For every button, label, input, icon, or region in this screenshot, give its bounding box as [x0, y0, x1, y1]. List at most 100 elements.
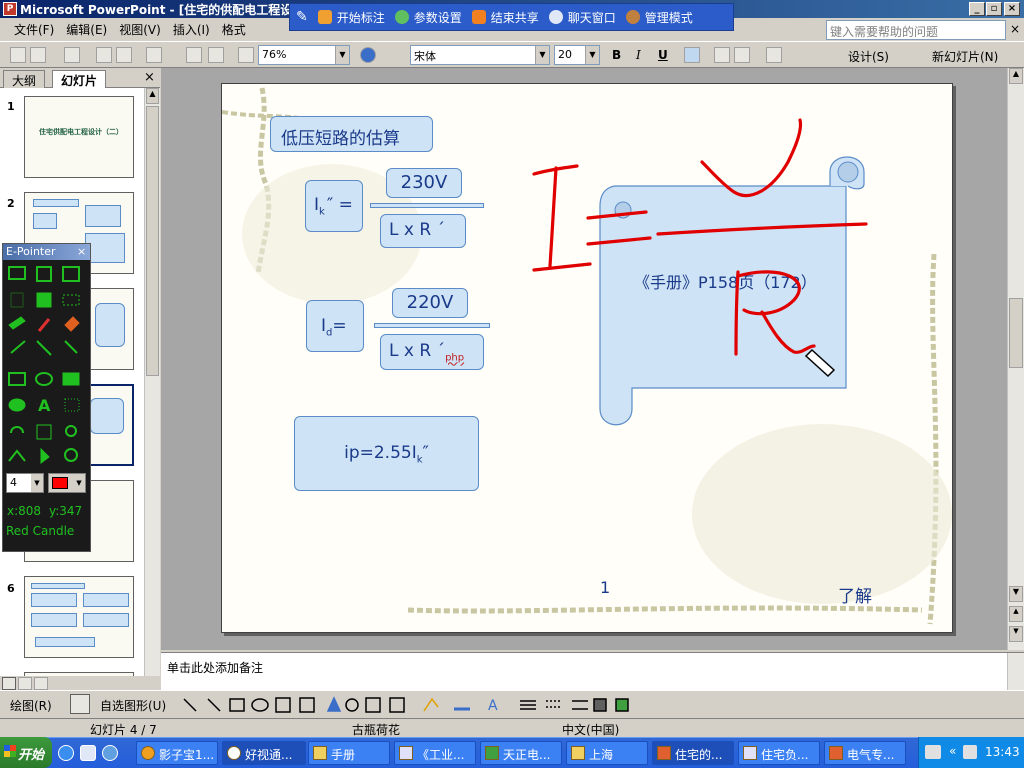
- menu-insert[interactable]: 插入(I): [173, 21, 210, 38]
- slide-canvas[interactable]: 低压短路的估算 Ik ″ = 230V L x R ´ Id= 220V L x …: [221, 83, 953, 633]
- scroll-down-icon[interactable]: ▼: [1009, 586, 1023, 602]
- task-tianzheng[interactable]: 天正电...: [480, 741, 562, 765]
- menu-edit[interactable]: 编辑(E): [66, 21, 107, 38]
- epointer-palette: E-Pointer × A 4 ▼ ▼ x:808 y:347 Red Cand…: [2, 243, 91, 552]
- thumbnail-shape: [85, 233, 125, 263]
- palette-header: E-Pointer ×: [3, 244, 90, 260]
- copy-icon[interactable]: [116, 47, 132, 63]
- media-icon[interactable]: [102, 745, 118, 761]
- color-swatch: [52, 477, 68, 489]
- new-slide-button[interactable]: 新幻灯片(N): [932, 48, 998, 65]
- slide-number: 1: [7, 100, 15, 113]
- menu-format[interactable]: 格式: [222, 21, 246, 38]
- palette-tools[interactable]: A: [3, 261, 92, 471]
- minimize-button[interactable]: _: [969, 2, 985, 16]
- notes-pane[interactable]: 单击此处添加备注: [161, 652, 1024, 691]
- font-select[interactable]: 宋体 ▼: [410, 45, 550, 65]
- epointer-top-bar: ✎ 开始标注 参数设置 结束共享 聊天窗口 管理模式: [289, 3, 734, 31]
- task-label: 天正电...: [503, 748, 551, 762]
- pen-width-value: 4: [10, 476, 17, 489]
- grid-icon[interactable]: [238, 47, 254, 63]
- tab-slides[interactable]: 幻灯片: [52, 70, 107, 88]
- slideshow-view-icon[interactable]: [34, 677, 48, 690]
- prev-slide-icon[interactable]: ▲: [1009, 606, 1023, 622]
- draw-menu[interactable]: 绘图(R): [10, 697, 52, 714]
- sorter-view-icon[interactable]: [18, 677, 32, 690]
- task-powerpoint[interactable]: 住宅的...: [652, 741, 734, 765]
- slides-pane-scrollbar[interactable]: ▲: [144, 88, 160, 676]
- print-icon[interactable]: [64, 47, 80, 63]
- start-button[interactable]: 开始: [0, 737, 52, 768]
- select-arrow-icon[interactable]: [70, 694, 90, 714]
- desktop-icon[interactable]: [80, 745, 96, 761]
- menu-file[interactable]: 文件(F): [14, 21, 54, 38]
- restore-button[interactable]: ▫: [986, 2, 1002, 16]
- system-tray: « 13:43: [918, 737, 1024, 768]
- font-size-select[interactable]: 20 ▼: [554, 45, 600, 65]
- next-slide-icon[interactable]: ▼: [1009, 626, 1023, 642]
- scroll-up-icon[interactable]: ▲: [146, 88, 159, 104]
- slide-thumbnail-7[interactable]: [24, 672, 134, 676]
- slide-thumbnail-1[interactable]: 住宅供配电工程设计（二）: [24, 96, 134, 178]
- italic-button[interactable]: I: [636, 48, 641, 62]
- zoom-select[interactable]: 76% ▼: [258, 45, 350, 65]
- normal-view-icon[interactable]: [2, 677, 16, 690]
- menu-view[interactable]: 视图(V): [119, 21, 161, 38]
- admin-mode-button[interactable]: 管理模式: [625, 9, 693, 26]
- task-industrial[interactable]: 《工业...: [394, 741, 476, 765]
- task-load[interactable]: 住宅负...: [738, 741, 820, 765]
- open-icon[interactable]: [30, 47, 46, 63]
- help-search-input[interactable]: 键入需要帮助的问题: [826, 20, 1006, 40]
- pen-color-select[interactable]: ▼: [48, 473, 86, 493]
- zoom-value: 76%: [262, 48, 287, 61]
- align-left-icon[interactable]: [684, 47, 700, 63]
- slide-scrollbar[interactable]: ▲ ▼ ▲ ▼: [1007, 68, 1024, 650]
- task-shanghai[interactable]: 上海: [566, 741, 648, 765]
- pen-width-select[interactable]: 4 ▼: [6, 473, 44, 493]
- slide-position: 幻灯片 4 / 7: [90, 723, 157, 737]
- help-icon[interactable]: [360, 47, 376, 63]
- close-window-button[interactable]: ×: [1004, 2, 1020, 16]
- stop-share-icon: [471, 10, 486, 24]
- task-haoshitong[interactable]: 好视通...: [222, 741, 306, 765]
- autoshape-menu[interactable]: 自选图形(U): [100, 697, 166, 714]
- keyboard-icon[interactable]: [925, 745, 941, 759]
- tab-outline[interactable]: 大纲: [3, 70, 46, 88]
- scroll-thumb[interactable]: [146, 106, 159, 376]
- scroll-up-icon[interactable]: ▲: [1009, 68, 1023, 84]
- volume-icon[interactable]: [963, 745, 977, 759]
- numbering-icon[interactable]: [714, 47, 730, 63]
- slide-thumbnail-6[interactable]: [24, 576, 134, 658]
- help-close-icon[interactable]: ×: [1010, 22, 1020, 36]
- bullets-icon[interactable]: [734, 47, 750, 63]
- start-annotation-button[interactable]: 开始标注: [317, 9, 385, 26]
- pane-close-icon[interactable]: ×: [144, 70, 155, 85]
- pin-icon[interactable]: ✎: [296, 9, 308, 25]
- draw-tools[interactable]: A: [180, 695, 640, 715]
- scroll-thumb[interactable]: [1009, 298, 1023, 368]
- task-manual[interactable]: 手册: [308, 741, 390, 765]
- bold-button[interactable]: B: [612, 48, 621, 62]
- font-grow-icon[interactable]: [766, 47, 782, 63]
- palette-close-icon[interactable]: ×: [77, 244, 86, 260]
- chat-button[interactable]: 聊天窗口: [548, 9, 616, 26]
- task-label: 住宅负...: [761, 748, 809, 762]
- cut-icon[interactable]: [96, 47, 112, 63]
- thumbnail-shape: [31, 583, 85, 589]
- underline-button[interactable]: U: [658, 48, 668, 62]
- chart-icon[interactable]: [186, 47, 202, 63]
- ie-icon[interactable]: [58, 745, 74, 761]
- tray-expand-icon[interactable]: «: [949, 744, 956, 758]
- app-icon: [485, 746, 499, 760]
- new-icon[interactable]: [10, 47, 26, 63]
- task-yingzibao[interactable]: 影子宝1...: [136, 741, 218, 765]
- undo-icon[interactable]: [146, 47, 162, 63]
- folder-icon: [571, 746, 585, 760]
- settings-button[interactable]: 参数设置: [394, 9, 462, 26]
- task-electrical[interactable]: 电气专...: [824, 741, 906, 765]
- notes-scrollbar[interactable]: [1007, 653, 1024, 691]
- thumbnail-shape: [33, 199, 79, 207]
- design-button[interactable]: 设计(S): [848, 48, 889, 65]
- end-share-button[interactable]: 结束共享: [471, 9, 539, 26]
- table-icon[interactable]: [208, 47, 224, 63]
